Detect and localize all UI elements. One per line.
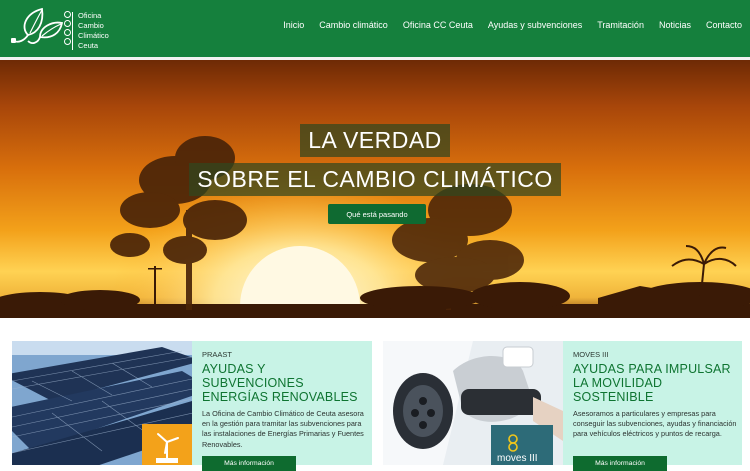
hero-banner: LA VERDAD SOBRE EL CAMBIO CLIMÁTICO Qué … (0, 60, 750, 318)
card-title-line-1: AYUDAS Y SUBVENCIONES (202, 362, 304, 390)
nav-item-cambio-climatico[interactable]: Cambio climático (319, 20, 388, 30)
moves-logo: moves III (497, 434, 538, 464)
nav-item-ayudas[interactable]: Ayudas y subvenciones (488, 20, 582, 30)
nav-item-noticias[interactable]: Noticias (659, 20, 691, 30)
card-renewables: PRAAST AYUDAS Y SUBVENCIONES ENERGÍAS RE… (12, 341, 372, 471)
ev-charger-image: moves III (383, 341, 563, 465)
card-title-line-2: LA MOVILIDAD SOSTENIBLE (573, 376, 663, 404)
card-description: Asesoramos a particulares y empresas par… (573, 409, 737, 439)
nav-item-tramitacion[interactable]: Tramitación (597, 20, 644, 30)
card-kicker: MOVES III (573, 350, 609, 359)
leaf-plug-icon (11, 7, 64, 44)
hero-title-line-2: SOBRE EL CAMBIO CLIMÁTICO (189, 163, 561, 196)
card-title-line-2: ENERGÍAS RENOVABLES (202, 390, 358, 404)
logo-line: Ceuta (78, 41, 99, 50)
nav-item-contacto[interactable]: Contacto (706, 20, 742, 30)
nav-item-inicio[interactable]: Inicio (283, 20, 304, 30)
main-nav: Inicio Cambio climático Oficina CC Ceuta… (268, 20, 742, 30)
logo-wordmark: Oficina Cambio Climático Ceuta (78, 11, 109, 51)
moves-logo-badge: moves III (491, 425, 553, 465)
logo-line: Cambio (78, 21, 104, 30)
card-title-line-1: AYUDAS PARA IMPULSAR (573, 362, 731, 376)
more-info-button[interactable]: Más información (573, 456, 667, 471)
card-description: La Oficina de Cambio Climático de Ceuta … (202, 409, 364, 449)
card-body: PRAAST AYUDAS Y SUBVENCIONES ENERGÍAS RE… (202, 350, 367, 450)
logo-line: Oficina (78, 11, 102, 20)
hero-title-line-1: LA VERDAD (300, 124, 450, 157)
wind-turbine-icon (156, 433, 179, 463)
hero-title: LA VERDAD SOBRE EL CAMBIO CLIMÁTICO (0, 124, 750, 196)
card-body: MOVES III AYUDAS PARA IMPULSAR LA MOVILI… (573, 350, 738, 440)
logo-line: Climático (78, 31, 109, 40)
more-info-button[interactable]: Más información (202, 456, 296, 471)
nav-item-oficina[interactable]: Oficina CC Ceuta (403, 20, 473, 30)
moves-logo-text: moves III (497, 453, 538, 464)
site-header: Oficina Cambio Climático Ceuta Inicio Ca… (0, 0, 750, 57)
logo-divider (72, 12, 73, 50)
logo-rings (64, 11, 72, 47)
card-mobility: moves III MOVES III AYUDAS PARA IMPULSAR… (383, 341, 742, 471)
hero-cta-button[interactable]: Qué está pasando (328, 204, 426, 224)
site-logo[interactable]: Oficina Cambio Climático Ceuta (10, 5, 120, 53)
wind-turbine-badge (142, 424, 192, 465)
solar-panels-image (12, 341, 192, 465)
card-kicker: PRAAST (202, 350, 233, 359)
